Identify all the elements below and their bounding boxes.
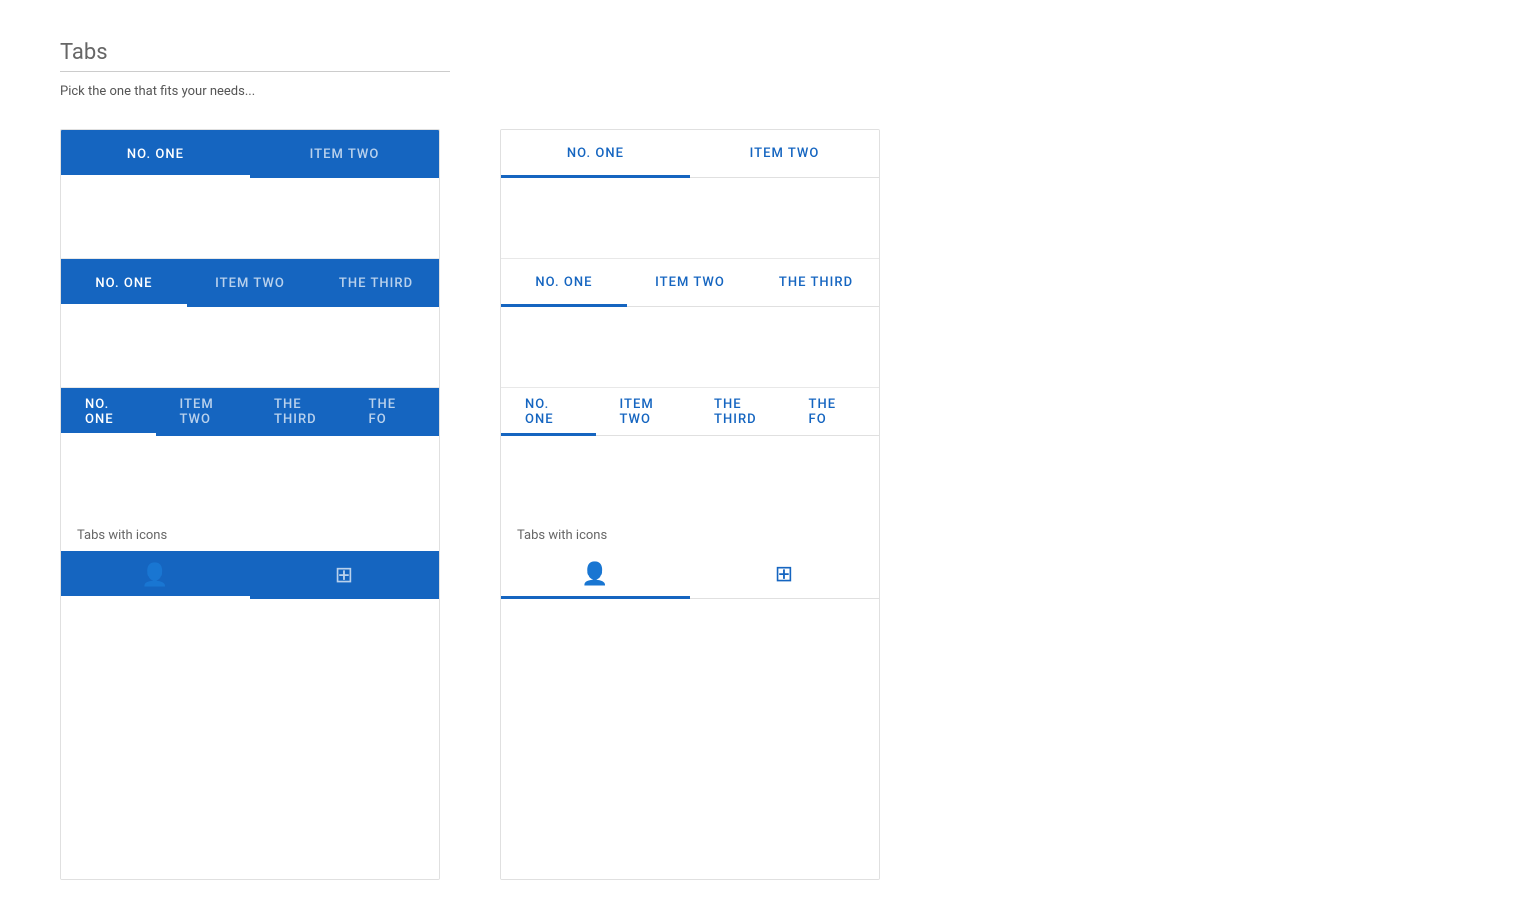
- tab-label: NO. ONE: [525, 397, 572, 427]
- tab-label: NO. ONE: [535, 275, 592, 290]
- tab-label: ITEM TWO: [655, 275, 725, 290]
- tab-content-two-filled: [61, 178, 439, 258]
- tab-content-four-outlined: [501, 436, 879, 516]
- tab-item-two-filled-3[interactable]: ITEM TWO: [187, 259, 313, 307]
- tab-the-third-outlined-4[interactable]: THE THIRD: [690, 388, 785, 435]
- tab-person-icon-outlined[interactable]: 👤: [501, 551, 690, 598]
- title-divider: [60, 71, 450, 72]
- tab-no-one-filled-4[interactable]: NO. ONE: [61, 388, 156, 436]
- tab-bar-icons-filled: 👤 ⊞: [61, 551, 439, 599]
- tab-bar-three-filled: NO. ONE ITEM TWO THE THIRD: [61, 259, 439, 307]
- tab-content-three-filled: [61, 307, 439, 387]
- grid-icon: ⊞: [335, 563, 354, 588]
- icon-tab-content-outlined: [501, 599, 879, 879]
- tab-label: THE THIRD: [714, 397, 761, 427]
- demo-card-outlined: NO. ONE ITEM TWO NO. ONE ITEM TWO THE TH…: [500, 129, 880, 880]
- tab-label: NO. ONE: [95, 276, 152, 291]
- tab-content-four-filled: [61, 436, 439, 516]
- tab-grid-icon-outlined[interactable]: ⊞: [690, 551, 879, 598]
- tab-no-one-outlined-3[interactable]: NO. ONE: [501, 259, 627, 306]
- tab-label: THE THIRD: [339, 276, 413, 291]
- tab-label: ITEM TWO: [750, 146, 820, 161]
- tab-item-two-outlined-2[interactable]: ITEM TWO: [690, 130, 879, 177]
- tab-content-two-outlined: [501, 178, 879, 258]
- tab-grid-icon-filled[interactable]: ⊞: [250, 551, 439, 599]
- tab-label: ITEM TWO: [620, 397, 667, 427]
- tab-label: NO. ONE: [127, 147, 184, 162]
- page-title: Tabs: [60, 40, 1458, 65]
- grid-icon: ⊞: [775, 562, 794, 587]
- tab-the-third-outlined-3[interactable]: THE THIRD: [753, 259, 879, 306]
- tab-label: THE FO: [369, 397, 416, 427]
- tab-label: ITEM TWO: [310, 147, 380, 162]
- tab-item-two-outlined-3[interactable]: ITEM TWO: [627, 259, 753, 306]
- tabs-with-icons-label-outlined: Tabs with icons: [501, 516, 879, 551]
- tab-the-fo-filled-4[interactable]: THE FO: [345, 388, 440, 436]
- tab-label: NO. ONE: [85, 397, 132, 427]
- tab-bar-two-filled: NO. ONE ITEM TWO: [61, 130, 439, 178]
- subtitle: Pick the one that fits your needs...: [60, 84, 1458, 99]
- tab-item-two-filled-4[interactable]: ITEM TWO: [156, 388, 251, 436]
- tab-no-one-filled-3[interactable]: NO. ONE: [61, 259, 187, 307]
- tab-person-icon-filled[interactable]: 👤: [61, 551, 250, 599]
- person-icon: 👤: [141, 563, 169, 588]
- tab-label: THE FO: [809, 397, 856, 427]
- tab-item-two-filled-2[interactable]: ITEM TWO: [250, 130, 439, 178]
- tab-bar-icons-outlined: 👤 ⊞: [501, 551, 879, 599]
- tab-content-three-outlined: [501, 307, 879, 387]
- tab-label: THE THIRD: [779, 275, 853, 290]
- tab-the-fo-outlined-4[interactable]: THE FO: [785, 388, 880, 435]
- tab-the-third-filled-4[interactable]: THE THIRD: [250, 388, 345, 436]
- tab-no-one-outlined-2[interactable]: NO. ONE: [501, 130, 690, 177]
- tab-bar-four-outlined: NO. ONE ITEM TWO THE THIRD THE FO: [501, 388, 879, 436]
- demo-card-filled: NO. ONE ITEM TWO NO. ONE ITEM TWO THE TH…: [60, 129, 440, 880]
- tab-label: NO. ONE: [567, 146, 624, 161]
- tab-label: ITEM TWO: [180, 397, 227, 427]
- tabs-with-icons-label-filled: Tabs with icons: [61, 516, 439, 551]
- tab-no-one-outlined-4[interactable]: NO. ONE: [501, 388, 596, 435]
- demos-container: NO. ONE ITEM TWO NO. ONE ITEM TWO THE TH…: [60, 129, 1458, 880]
- person-icon: 👤: [581, 562, 609, 587]
- tab-the-third-filled-3[interactable]: THE THIRD: [313, 259, 439, 307]
- tab-bar-three-outlined: NO. ONE ITEM TWO THE THIRD: [501, 259, 879, 307]
- icon-tab-content-filled: [61, 599, 439, 879]
- tab-item-two-outlined-4[interactable]: ITEM TWO: [596, 388, 691, 435]
- tab-bar-four-filled: NO. ONE ITEM TWO THE THIRD THE FO: [61, 388, 439, 436]
- tab-label: ITEM TWO: [215, 276, 285, 291]
- tab-label: THE THIRD: [274, 397, 321, 427]
- tab-no-one-filled-2[interactable]: NO. ONE: [61, 130, 250, 178]
- tab-bar-two-outlined: NO. ONE ITEM TWO: [501, 130, 879, 178]
